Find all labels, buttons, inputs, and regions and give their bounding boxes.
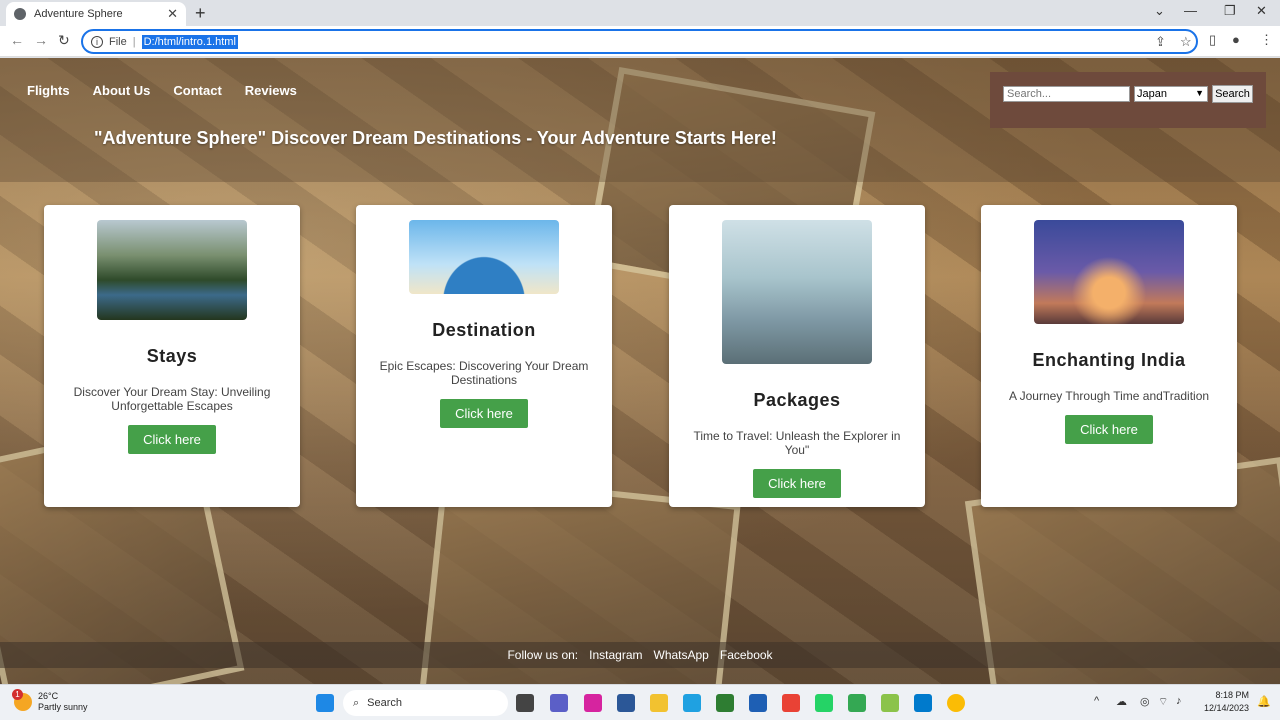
language-icon[interactable]: ◎ [1140,695,1150,708]
store-icon[interactable] [617,694,635,712]
nav-about-us[interactable]: About Us [93,83,151,98]
chrome-profile-icon[interactable] [848,694,866,712]
address-url[interactable]: D:/html/intro.1.html [141,34,238,49]
page-headline: "Adventure Sphere" Discover Dream Destin… [94,128,777,148]
taskbar-search-label: Search [367,697,403,709]
country-select-value: Japan [1137,88,1167,100]
footer-link-whatsapp[interactable]: WhatsApp [654,648,709,662]
search-input[interactable] [1003,86,1130,102]
browser-tabstrip: Adventure Sphere ✕ + ⌄ — ❐ ✕ [0,0,1280,26]
search-icon: ⌕ [353,696,360,709]
india-click-button[interactable]: Click here [1065,415,1153,444]
address-separator: | [132,35,136,48]
card-description: Epic Escapes: Discovering Your Dream Des… [379,359,589,387]
nav-flights[interactable]: Flights [27,83,70,98]
main-nav: Flights About Us Contact Reviews [27,83,297,98]
nav-contact[interactable]: Contact [173,83,221,98]
page-footer: Follow us on: Instagram WhatsApp Faceboo… [0,642,1280,668]
app-icon[interactable] [716,694,734,712]
notification-badge: 1 [12,689,23,700]
globe-icon [14,8,26,20]
card-title: Destination [432,320,536,340]
card-description: Time to Travel: Unleash the Explorer in … [693,429,901,457]
forward-button[interactable]: → [34,32,48,48]
destination-image [409,220,559,294]
bookmark-star-icon[interactable]: ☆ [1180,34,1192,50]
word-icon[interactable] [749,694,767,712]
menu-icon[interactable]: ⋮ [1260,32,1273,48]
address-scheme: File [109,35,127,48]
footer-link-facebook[interactable]: Facebook [720,648,773,662]
file-explorer-icon[interactable] [650,694,668,712]
card-title: Enchanting India [1032,350,1186,370]
card-description: Discover Your Dream Stay: Unveiling Unfo… [73,385,271,413]
info-icon[interactable]: i [91,35,103,48]
packages-click-button[interactable]: Click here [753,469,841,498]
search-button[interactable]: Search [1212,85,1253,103]
card-destination: Destination Epic Escapes: Discovering Yo… [356,205,612,507]
back-button[interactable]: ← [10,32,24,48]
browser-tab[interactable]: Adventure Sphere ✕ [6,2,186,26]
nav-reviews[interactable]: Reviews [245,83,297,98]
stays-click-button[interactable]: Click here [128,425,216,454]
profile-icon[interactable]: ● [1232,32,1240,47]
weather-desc: Partly sunny [38,702,88,712]
card-stays: Stays Discover Your Dream Stay: Unveilin… [44,205,300,507]
weather-sun-icon: 1 [12,689,32,711]
stays-image [97,220,247,320]
tab-search-chevron-icon[interactable]: ⌄ [1154,3,1165,19]
minimize-button[interactable]: — [1184,3,1197,18]
maximize-button[interactable]: ❐ [1224,3,1236,19]
destination-click-button[interactable]: Click here [440,399,528,428]
card-packages: Packages Time to Travel: Unleash the Exp… [669,205,925,507]
edge-icon[interactable] [683,694,701,712]
vscode-icon[interactable] [914,694,932,712]
packages-image [722,220,872,364]
india-gate-image [1034,220,1184,324]
side-panel-icon[interactable]: ▯ [1209,32,1216,48]
app-icon[interactable] [881,694,899,712]
chevron-up-icon[interactable]: ^ [1094,695,1099,707]
notification-bell-icon[interactable]: 🔔 [1257,695,1271,708]
card-description: A Journey Through Time andTradition [1008,389,1210,403]
chrome-profile-icon[interactable] [782,694,800,712]
card-enchanting-india: Enchanting India A Journey Through Time … [981,205,1237,507]
clock[interactable]: 8:18 PM 12/14/2023 [1197,689,1249,715]
clock-date: 12/14/2023 [1203,703,1249,713]
address-bar[interactable]: i File | D:/html/intro.1.html ⇪ ☆ [81,29,1198,54]
task-view-icon[interactable] [516,694,534,712]
chevron-down-icon: ▼ [1195,88,1204,98]
close-tab-icon[interactable]: ✕ [167,6,178,22]
clock-time: 8:18 PM [1215,690,1249,700]
new-tab-button[interactable]: + [195,3,206,24]
instagram-icon[interactable] [584,694,602,712]
close-window-button[interactable]: ✕ [1256,3,1267,19]
whatsapp-icon[interactable] [815,694,833,712]
card-title: Packages [753,390,841,410]
footer-link-instagram[interactable]: Instagram [589,648,642,662]
teams-icon[interactable] [550,694,568,712]
footer-label: Follow us on: [507,648,579,662]
cloud-icon[interactable]: ☁ [1116,695,1127,708]
os-taskbar: 1 26°C Partly sunny ⌕ Search ^ ☁ ◎ ⌔ ♪ 8… [0,684,1280,720]
wifi-icon[interactable]: ⌔ [1158,695,1168,709]
share-icon[interactable]: ⇪ [1155,34,1166,50]
browser-toolbar: ← → ↻ i File | D:/html/intro.1.html ⇪ ☆ … [0,26,1280,57]
windows-start-icon[interactable] [316,694,334,712]
weather-widget[interactable]: 1 26°C Partly sunny [12,689,88,713]
search-panel: Japan ▼ Search [990,72,1266,128]
tab-title: Adventure Sphere [34,8,123,20]
weather-temp: 26°C [38,691,59,701]
country-select[interactable]: Japan ▼ [1134,86,1208,102]
chrome-icon[interactable] [947,694,965,712]
reload-button[interactable]: ↻ [58,32,70,49]
page-viewport: Flights About Us Contact Reviews Japan ▼… [0,58,1280,684]
volume-icon[interactable]: ♪ [1176,695,1182,707]
card-title: Stays [146,346,198,366]
taskbar-search[interactable]: ⌕ Search [343,690,508,716]
